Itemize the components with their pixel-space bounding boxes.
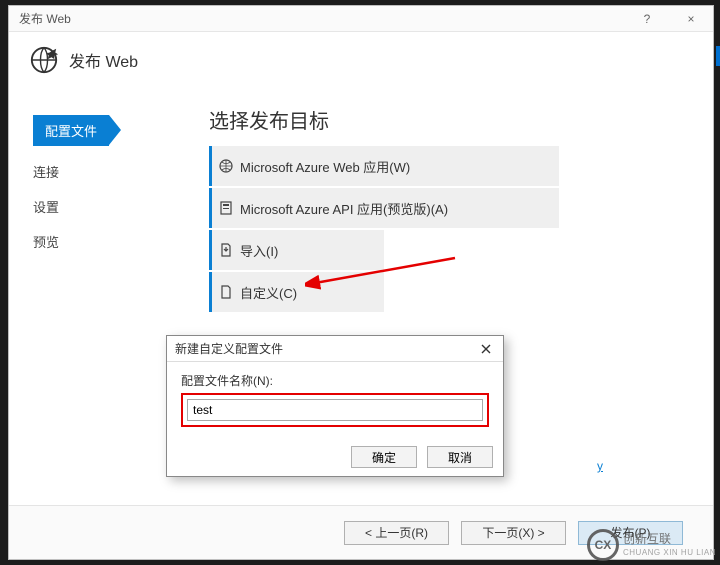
- sidebar-item-preview[interactable]: 预览: [33, 232, 179, 251]
- azure-web-icon: [212, 158, 240, 174]
- target-label: 自定义(C): [240, 283, 384, 302]
- sidebar-item-label: 配置文件: [33, 115, 109, 146]
- watermark-logo: CX 创新互联 CHUANG XIN HU LIAN: [587, 529, 716, 561]
- window-titlebar: 发布 Web ? ×: [9, 6, 713, 32]
- target-import[interactable]: 导入(I): [209, 230, 384, 270]
- custom-icon: [212, 284, 240, 300]
- target-label: Microsoft Azure API 应用(预览版)(A): [240, 199, 559, 218]
- target-custom[interactable]: 自定义(C): [209, 272, 384, 312]
- modal-title-text: 新建自定义配置文件: [175, 340, 283, 357]
- cancel-button[interactable]: 取消: [427, 446, 493, 468]
- connect-link[interactable]: y: [597, 459, 603, 473]
- watermark-icon: CX: [587, 529, 619, 561]
- new-profile-dialog: 新建自定义配置文件 配置文件名称(N): 确定 取消: [166, 335, 504, 477]
- modal-footer: 确定 取消: [167, 438, 503, 476]
- target-label: 导入(I): [240, 241, 384, 260]
- steps-sidebar: 配置文件 连接 设置 预览: [9, 87, 179, 505]
- import-icon: [212, 242, 240, 258]
- watermark-brand: 创新互联: [623, 533, 716, 545]
- watermark-sub: CHUANG XIN HU LIAN: [623, 548, 716, 557]
- modal-close-button[interactable]: [477, 340, 495, 358]
- close-button[interactable]: ×: [669, 6, 713, 32]
- profile-name-input[interactable]: [187, 399, 483, 421]
- profile-name-label: 配置文件名称(N):: [181, 372, 489, 389]
- prev-button[interactable]: < 上一页(R): [344, 521, 449, 545]
- sidebar-item-profile[interactable]: 配置文件: [33, 115, 179, 146]
- dialog-header-title: 发布 Web: [69, 48, 138, 72]
- globe-icon: [29, 45, 59, 75]
- dialog-header: 发布 Web: [9, 32, 713, 87]
- background-sliver: [716, 46, 720, 66]
- modal-titlebar: 新建自定义配置文件: [167, 336, 503, 362]
- publish-target-list: Microsoft Azure Web 应用(W) Microsoft Azur…: [209, 146, 559, 312]
- section-heading: 选择发布目标: [209, 105, 713, 134]
- target-label: Microsoft Azure Web 应用(W): [240, 157, 559, 176]
- ok-button[interactable]: 确定: [351, 446, 417, 468]
- watermark-text: 创新互联 CHUANG XIN HU LIAN: [623, 533, 716, 557]
- next-button[interactable]: 下一页(X) >: [461, 521, 566, 545]
- azure-api-icon: [212, 200, 240, 216]
- modal-body: 配置文件名称(N):: [167, 362, 503, 438]
- annotation-highlight: [181, 393, 489, 427]
- target-azure-web[interactable]: Microsoft Azure Web 应用(W): [209, 146, 559, 186]
- sidebar-item-connection[interactable]: 连接: [33, 162, 179, 181]
- sidebar-item-settings[interactable]: 设置: [33, 197, 179, 216]
- help-button[interactable]: ?: [625, 6, 669, 32]
- window-title: 发布 Web: [9, 10, 625, 27]
- target-azure-api[interactable]: Microsoft Azure API 应用(预览版)(A): [209, 188, 559, 228]
